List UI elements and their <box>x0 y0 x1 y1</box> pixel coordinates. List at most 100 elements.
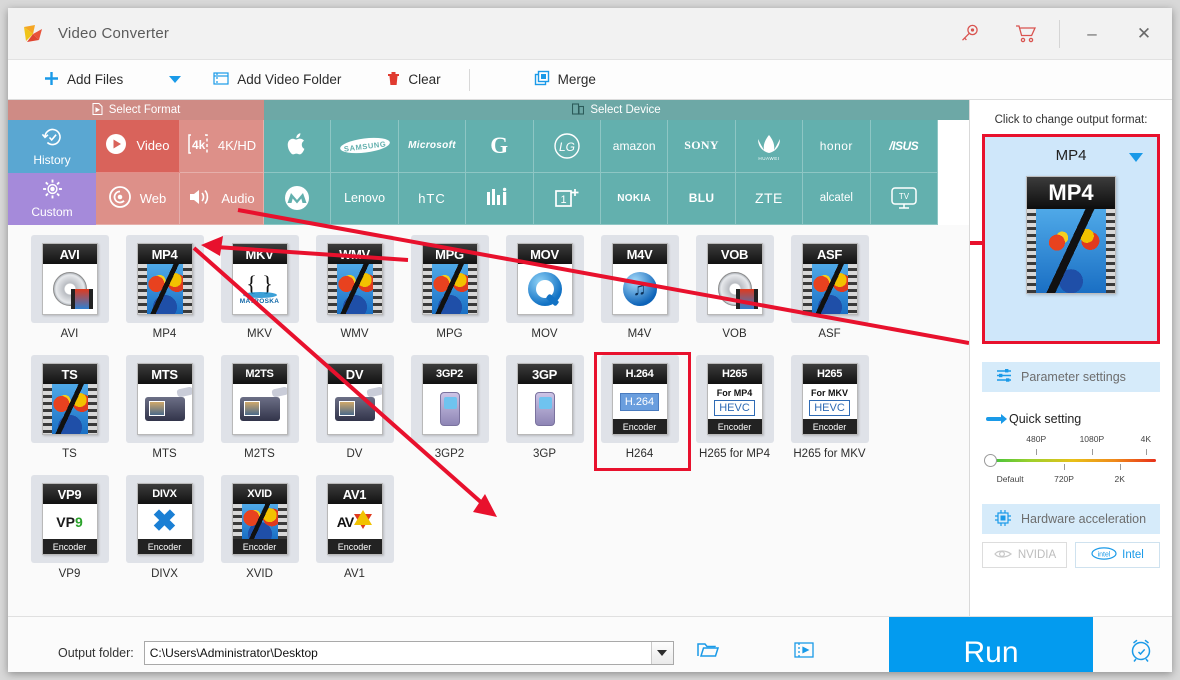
device-tab-zte[interactable]: ZTE <box>735 172 804 225</box>
toolbar: Add Files Add Video Folder Clear Merge <box>8 60 1172 100</box>
sidebar-item-custom[interactable]: Custom <box>8 172 96 225</box>
add-video-folder-button[interactable]: Add Video Folder <box>201 60 353 99</box>
device-tab-sony[interactable]: SONY <box>668 120 736 173</box>
output-format-badge: MP4 <box>1027 177 1115 209</box>
device-tab-alcatel[interactable]: alcatel <box>803 172 871 225</box>
device-tab-blu[interactable]: BLU <box>668 172 736 225</box>
format-tile-h264[interactable]: H.264 H.264 Encoder H264 <box>592 352 691 475</box>
format-icon-card: MOV <box>516 243 573 315</box>
add-files-label: Add Files <box>67 72 124 87</box>
quality-slider[interactable]: 480P 1080P 4K Default 720P 2K <box>984 434 1158 490</box>
format-icon-card: AV1 AV Encoder <box>326 483 383 555</box>
device-tab-xiaomi[interactable] <box>466 172 534 225</box>
device-tab-amazon[interactable]: amazon <box>600 120 669 173</box>
format-tile-label: H265 for MP4 <box>699 448 770 460</box>
device-tab-tv[interactable]: TV <box>870 172 938 225</box>
device-tab-samsung[interactable]: SAMSUNG <box>331 120 399 173</box>
format-tile-vp9[interactable]: VP9 VP9 Encoder VP9 <box>22 475 117 595</box>
zte-label: ZTE <box>754 190 783 207</box>
format-tile-h265-for-mkv[interactable]: H265 For MKV HEVC Encoder H265 for MKV <box>782 355 877 475</box>
minimize-button[interactable]: – <box>1066 8 1118 60</box>
clear-button[interactable]: Clear <box>375 60 452 99</box>
format-tab-web[interactable]: Web <box>96 172 180 225</box>
svg-text:TV: TV <box>899 192 910 201</box>
format-tile-label: VP9 <box>58 568 81 580</box>
add-files-button[interactable]: Add Files <box>32 60 135 99</box>
close-button[interactable]: ✕ <box>1118 8 1170 60</box>
key-icon[interactable] <box>941 8 997 60</box>
format-tile-mkv[interactable]: MKV{ } MATROSKA MKV <box>212 235 307 355</box>
cart-icon[interactable] <box>997 8 1053 60</box>
slider-label-4k: 4K <box>1140 434 1152 444</box>
format-icon-card: WMV <box>326 243 383 315</box>
format-tile-ts[interactable]: TS TS <box>22 355 117 475</box>
open-folder-button[interactable] <box>686 641 730 664</box>
format-tile-m4v[interactable]: M4V ♫ M4V <box>592 235 687 355</box>
google-icon: G <box>490 132 509 158</box>
slider-label-default: Default <box>996 474 1024 484</box>
format-tab-video[interactable]: Video <box>96 120 180 173</box>
format-tile-3gp2[interactable]: 3GP2 3GP2 <box>402 355 497 475</box>
plus-icon <box>44 71 59 89</box>
format-tile-wmv[interactable]: WMV WMV <box>307 235 402 355</box>
slider-handle[interactable] <box>984 454 997 467</box>
format-tile-divx[interactable]: DIVX ✖ Encoder DIVX <box>117 475 212 595</box>
preview-button[interactable] <box>782 641 826 664</box>
device-tab-asus[interactable]: /ISUS <box>870 120 938 173</box>
parameter-settings-label: Parameter settings <box>1021 370 1126 384</box>
sidebar-item-history[interactable]: History <box>8 120 96 173</box>
format-tile-h265-for-mp4[interactable]: H265 For MP4 HEVC Encoder H265 for MP4 <box>687 355 782 475</box>
format-tile-m2ts[interactable]: M2TS M2TS <box>212 355 307 475</box>
device-tab-lg[interactable]: LG <box>533 120 601 173</box>
nvidia-label: NVIDIA <box>1017 549 1057 561</box>
device-tab-honor[interactable]: honor <box>803 120 871 173</box>
hardware-acceleration-button[interactable]: Hardware acceleration <box>982 504 1160 534</box>
format-thumbnail: H265 For MKV HEVC Encoder <box>790 355 869 443</box>
device-tab-htc[interactable]: hTC <box>398 172 467 225</box>
format-tile-av1[interactable]: AV1 AV Encoder AV1 <box>307 475 402 595</box>
format-tile-label: H265 for MKV <box>793 448 866 460</box>
format-icon-card: VOB <box>706 243 763 315</box>
device-tab-huawei[interactable]: HUAWEI <box>735 120 804 173</box>
output-folder-input[interactable]: C:\Users\Administrator\Desktop <box>143 640 674 665</box>
lg-icon: LG <box>554 133 580 159</box>
device-tab-google[interactable]: G <box>466 120 534 173</box>
category-selector: History Custom Video 4k 4K/HD SAMSUNG Mi… <box>8 120 969 225</box>
format-tab-audio[interactable]: Audio <box>180 172 264 225</box>
format-tile-3gp[interactable]: 3GP 3GP <box>497 355 592 475</box>
intel-toggle[interactable]: intel Intel <box>1075 542 1160 568</box>
alarm-clock-icon <box>1128 639 1154 667</box>
device-tab-oneplus[interactable]: 1 <box>533 172 601 225</box>
add-files-dropdown[interactable] <box>157 60 193 99</box>
alarm-clock-button[interactable] <box>1128 637 1154 668</box>
sidebar-item-custom-label: Custom <box>31 205 73 220</box>
device-tab-nokia[interactable]: NOKIA <box>600 172 669 225</box>
format-tile-mts[interactable]: MTS MTS <box>117 355 212 475</box>
encoder-badge: Encoder <box>327 539 382 554</box>
format-tile-dv[interactable]: DV DV <box>307 355 402 475</box>
format-tile-mp4[interactable]: MP4 MP4 <box>117 235 212 355</box>
format-thumbnail: DV <box>315 355 394 443</box>
device-tab-apple[interactable] <box>264 120 332 173</box>
format-tile-grid: AVI AVI MP4 MP4 MKV{ } MATROSKA MKV WMV WMV MPG MP… <box>8 225 969 616</box>
format-tile-vob[interactable]: VOB VOB <box>687 235 782 355</box>
merge-button[interactable]: Merge <box>522 60 608 99</box>
output-format-box[interactable]: MP4 MP4 <box>982 134 1160 344</box>
format-badge: 3GP <box>517 364 572 384</box>
chevron-down-icon[interactable] <box>1129 153 1143 162</box>
format-tile-avi[interactable]: AVI AVI <box>22 235 117 355</box>
format-badge: 3GP2 <box>422 364 477 384</box>
parameter-settings-button[interactable]: Parameter settings <box>982 362 1160 392</box>
format-tile-mpg[interactable]: MPG MPG <box>402 235 497 355</box>
output-folder-dropdown[interactable] <box>650 641 673 664</box>
run-button[interactable]: Run <box>889 617 1093 672</box>
nvidia-toggle[interactable]: NVIDIA <box>982 542 1067 568</box>
device-tab-lenovo[interactable]: Lenovo <box>331 172 399 225</box>
format-tile-xvid[interactable]: XVID Encoder XVID <box>212 475 307 595</box>
device-tab-motorola[interactable] <box>264 172 332 225</box>
device-tab-microsoft[interactable]: Microsoft <box>398 120 467 173</box>
format-tab-4khd[interactable]: 4k 4K/HD <box>180 120 264 173</box>
format-tile-mov[interactable]: MOV MOV <box>497 235 592 355</box>
format-tile-asf[interactable]: ASF ASF <box>782 235 877 355</box>
play-circle-icon <box>105 133 127 158</box>
